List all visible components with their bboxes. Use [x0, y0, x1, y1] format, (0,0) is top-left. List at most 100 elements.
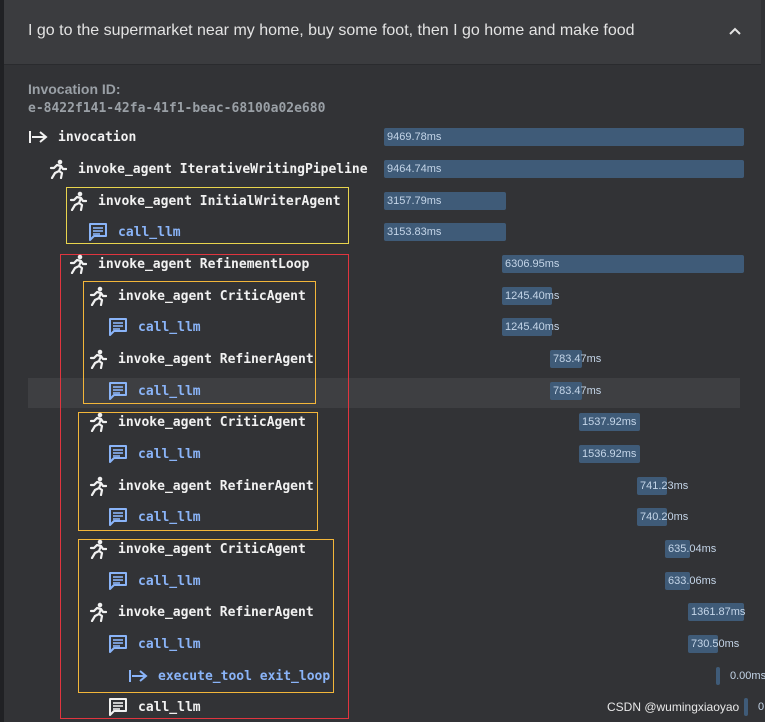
chevron-up-icon [728, 24, 742, 43]
duration-label: 635.04ms [668, 543, 717, 555]
timeline-bar[interactable]: 635.04ms [665, 540, 716, 558]
running-person-icon [88, 349, 108, 369]
tree-node-agent-refinementloop[interactable]: invoke_agent RefinementLoop [68, 253, 309, 275]
timeline-bar[interactable]: 740.20ms [637, 508, 688, 526]
timeline-bar[interactable]: 1245.40ms [502, 287, 559, 305]
duration-label: 3153.83ms [387, 226, 442, 238]
tree-node-label: invocation [58, 129, 137, 145]
tree-node-agent-criticagent[interactable]: invoke_agent CriticAgent [88, 411, 306, 433]
tree-node-agent-criticagent[interactable]: invoke_agent CriticAgent [88, 285, 306, 307]
duration-label: 740.20ms [640, 511, 689, 523]
tree-node-label: invoke_agent InitialWriterAgent [98, 193, 341, 209]
running-person-icon [48, 159, 68, 179]
duration-label: 730.50ms [691, 638, 740, 650]
tree-node-execute-tool-exit-loop[interactable]: execute_tool exit_loop [128, 665, 330, 687]
tree-node-label: invoke_agent RefinerAgent [118, 478, 314, 494]
duration-label: 741.23ms [640, 480, 689, 492]
duration-label: 1245.40ms [505, 321, 560, 333]
timeline-bar[interactable]: 633.06ms [665, 572, 716, 590]
timeline-bar[interactable]: 6306.95ms [502, 255, 744, 273]
chat-message-icon [108, 697, 128, 717]
tree-node-agent-refineragent[interactable]: invoke_agent RefinerAgent [88, 475, 314, 497]
invocation-id-label: Invocation ID: [28, 81, 121, 97]
timeline-bar[interactable]: 9469.78ms [384, 128, 744, 146]
timeline-bar[interactable]: 0.37ms [744, 698, 765, 716]
tree-node-agent-criticagent[interactable]: invoke_agent CriticAgent [88, 538, 306, 560]
timeline-bar[interactable]: 783.47ms [550, 382, 601, 400]
duration-label: 1537.92ms [582, 416, 637, 428]
tree-node-label: call_llm [138, 319, 201, 335]
duration-label: 0.00ms [730, 670, 765, 682]
chat-message-icon [108, 634, 128, 654]
tree-node-agent-refineragent[interactable]: invoke_agent RefinerAgent [88, 601, 314, 623]
tree-node-call-llm[interactable]: call_llm [88, 221, 181, 243]
duration-label: 1536.92ms [582, 448, 637, 460]
tree-node-label: invoke_agent CriticAgent [118, 541, 306, 557]
tree-node-label: call_llm [118, 224, 181, 240]
tree-node-call-llm[interactable]: call_llm [108, 570, 201, 592]
header-title: I go to the supermarket near my home, bu… [28, 22, 635, 39]
arrow-to-bar-icon [28, 127, 48, 147]
timeline-bar[interactable]: 1537.92ms [579, 413, 640, 431]
tree-node-label: call_llm [138, 509, 201, 525]
timeline-bar[interactable]: 783.47ms [550, 350, 601, 368]
tree-node-call-llm[interactable]: call_llm [108, 443, 201, 465]
timeline-bar[interactable]: 3157.79ms [384, 192, 506, 210]
timeline-bar[interactable]: 3153.83ms [384, 223, 506, 241]
tree-node-call-llm[interactable]: call_llm [108, 316, 201, 338]
duration-label: 1245.40ms [505, 290, 560, 302]
tree-node-label: invoke_agent RefinementLoop [98, 256, 310, 272]
tree-node-label: call_llm [138, 573, 201, 589]
arrow-to-bar-icon [128, 666, 148, 686]
tree-node-invocation[interactable]: invocation [28, 126, 136, 148]
duration-label: 1361.87ms [691, 606, 746, 618]
duration-label: 3157.79ms [387, 195, 442, 207]
tree-node-agent-initialwriteragent[interactable]: invoke_agent InitialWriterAgent [68, 190, 341, 212]
running-person-icon [88, 539, 108, 559]
tree-node-call-llm[interactable]: call_llm [108, 633, 201, 655]
tree-node-label: execute_tool exit_loop [158, 668, 331, 684]
collapse-button[interactable] [722, 20, 748, 46]
duration-label: 9464.74ms [387, 163, 442, 175]
invocation-id-value: e-8422f141-42fa-41f1-beac-68100a02e680 [28, 101, 326, 116]
tree-node-label: invoke_agent RefinerAgent [118, 604, 314, 620]
duration-label: 783.47ms [553, 353, 602, 365]
chat-message-icon [88, 222, 108, 242]
chat-message-icon [108, 444, 128, 464]
tree-node-call-llm[interactable]: call_llm [108, 380, 201, 402]
tree-node-label: call_llm [138, 699, 201, 715]
running-person-icon [68, 254, 88, 274]
tree-node-label: invoke_agent RefinerAgent [118, 351, 314, 367]
running-person-icon [88, 476, 108, 496]
timeline-bar[interactable]: 730.50ms [688, 635, 739, 653]
duration-label: 783.47ms [553, 385, 602, 397]
tree-node-label: invoke_agent CriticAgent [118, 414, 306, 430]
tree-node-label: invoke_agent CriticAgent [118, 288, 306, 304]
chat-message-icon [108, 571, 128, 591]
watermark: CSDN @wumingxiaoyao [607, 700, 740, 714]
tree-node-label: call_llm [138, 446, 201, 462]
tree-node-call-llm[interactable]: call_llm [108, 506, 201, 528]
running-person-icon [68, 191, 88, 211]
running-person-icon [88, 412, 108, 432]
duration-label: 6306.95ms [505, 258, 560, 270]
timeline-bar[interactable]: 1361.87ms [688, 603, 746, 621]
timeline-bar[interactable]: 9464.74ms [384, 160, 744, 178]
duration-label: 633.06ms [668, 575, 717, 587]
chat-message-icon [108, 317, 128, 337]
timeline-bar[interactable]: 1245.40ms [502, 318, 559, 336]
tree-node-call-llm[interactable]: call_llm [108, 696, 201, 718]
running-person-icon [88, 602, 108, 622]
timeline-bar[interactable]: 741.23ms [637, 477, 688, 495]
tree-node-label: call_llm [138, 636, 201, 652]
timeline-bar[interactable]: 0.00ms [716, 667, 765, 685]
chat-message-icon [108, 381, 128, 401]
duration-label: 0.37ms [758, 701, 765, 713]
tree-node-agent-iterativewritingpipeline[interactable]: invoke_agent IterativeWritingPipeline [48, 158, 368, 180]
tree-node-label: invoke_agent IterativeWritingPipeline [78, 161, 368, 177]
timeline-bar[interactable]: 1536.92ms [579, 445, 640, 463]
tree-node-agent-refineragent[interactable]: invoke_agent RefinerAgent [88, 348, 314, 370]
tree-node-label: call_llm [138, 383, 201, 399]
invocation-header[interactable]: I go to the supermarket near my home, bu… [4, 0, 761, 65]
chat-message-icon [108, 507, 128, 527]
